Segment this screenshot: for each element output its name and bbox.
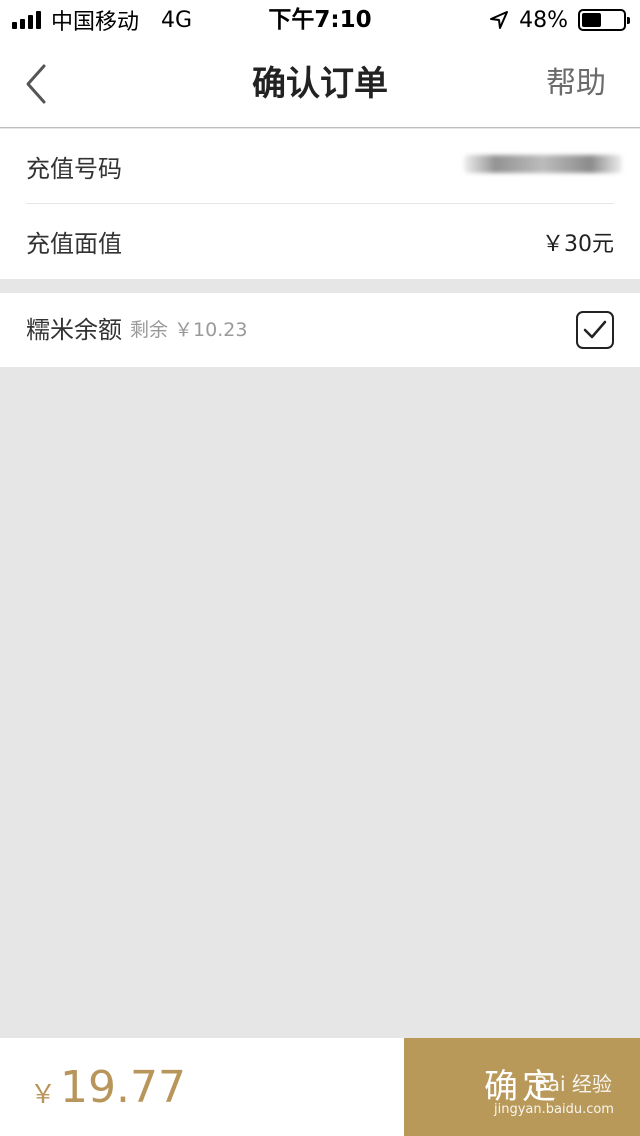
balance-label: 糯米余额 (26, 316, 122, 344)
page-title: 确认订单 (252, 64, 388, 104)
total-price: ￥ 19.77 (30, 1038, 186, 1136)
status-right: 48% (489, 0, 630, 40)
bottom-bar: ￥ 19.77 确定 Bai 经验 jingyan.baidu.com (0, 1038, 640, 1136)
nav-bar: 确认订单 帮助 (0, 40, 640, 128)
watermark-logo: Bai 经验 (534, 1072, 612, 1096)
location-arrow-icon (490, 11, 509, 29)
checkmark-icon (583, 320, 607, 339)
total-amount: 19.77 (60, 1061, 186, 1113)
amount-label: 充值面值 (26, 230, 122, 258)
phone-row: 充值号码 (0, 129, 640, 204)
balance-checkbox[interactable] (576, 311, 614, 349)
amount-value: ￥30元 (542, 231, 614, 257)
phone-number-redacted (464, 155, 622, 173)
balance-remaining: 剩余 ￥10.23 (130, 319, 248, 341)
battery-icon (578, 9, 630, 31)
phone-label: 充值号码 (26, 155, 122, 183)
battery-percent: 48% (519, 7, 568, 33)
help-button[interactable]: 帮助 (546, 40, 606, 128)
currency-symbol: ￥ (30, 1079, 57, 1110)
amount-row: 充值面值 ￥30元 (0, 204, 640, 279)
confirm-button[interactable]: 确定 Bai 经验 jingyan.baidu.com (404, 1038, 640, 1136)
order-info-section: 充值号码 充值面值 ￥30元 (0, 129, 640, 279)
status-bar: 中国移动 4G 下午7:10 48% (0, 0, 640, 40)
balance-section[interactable]: 糯米余额 剩余 ￥10.23 (0, 293, 640, 367)
watermark-url: jingyan.baidu.com (494, 1102, 614, 1117)
battery-fill (582, 13, 602, 27)
